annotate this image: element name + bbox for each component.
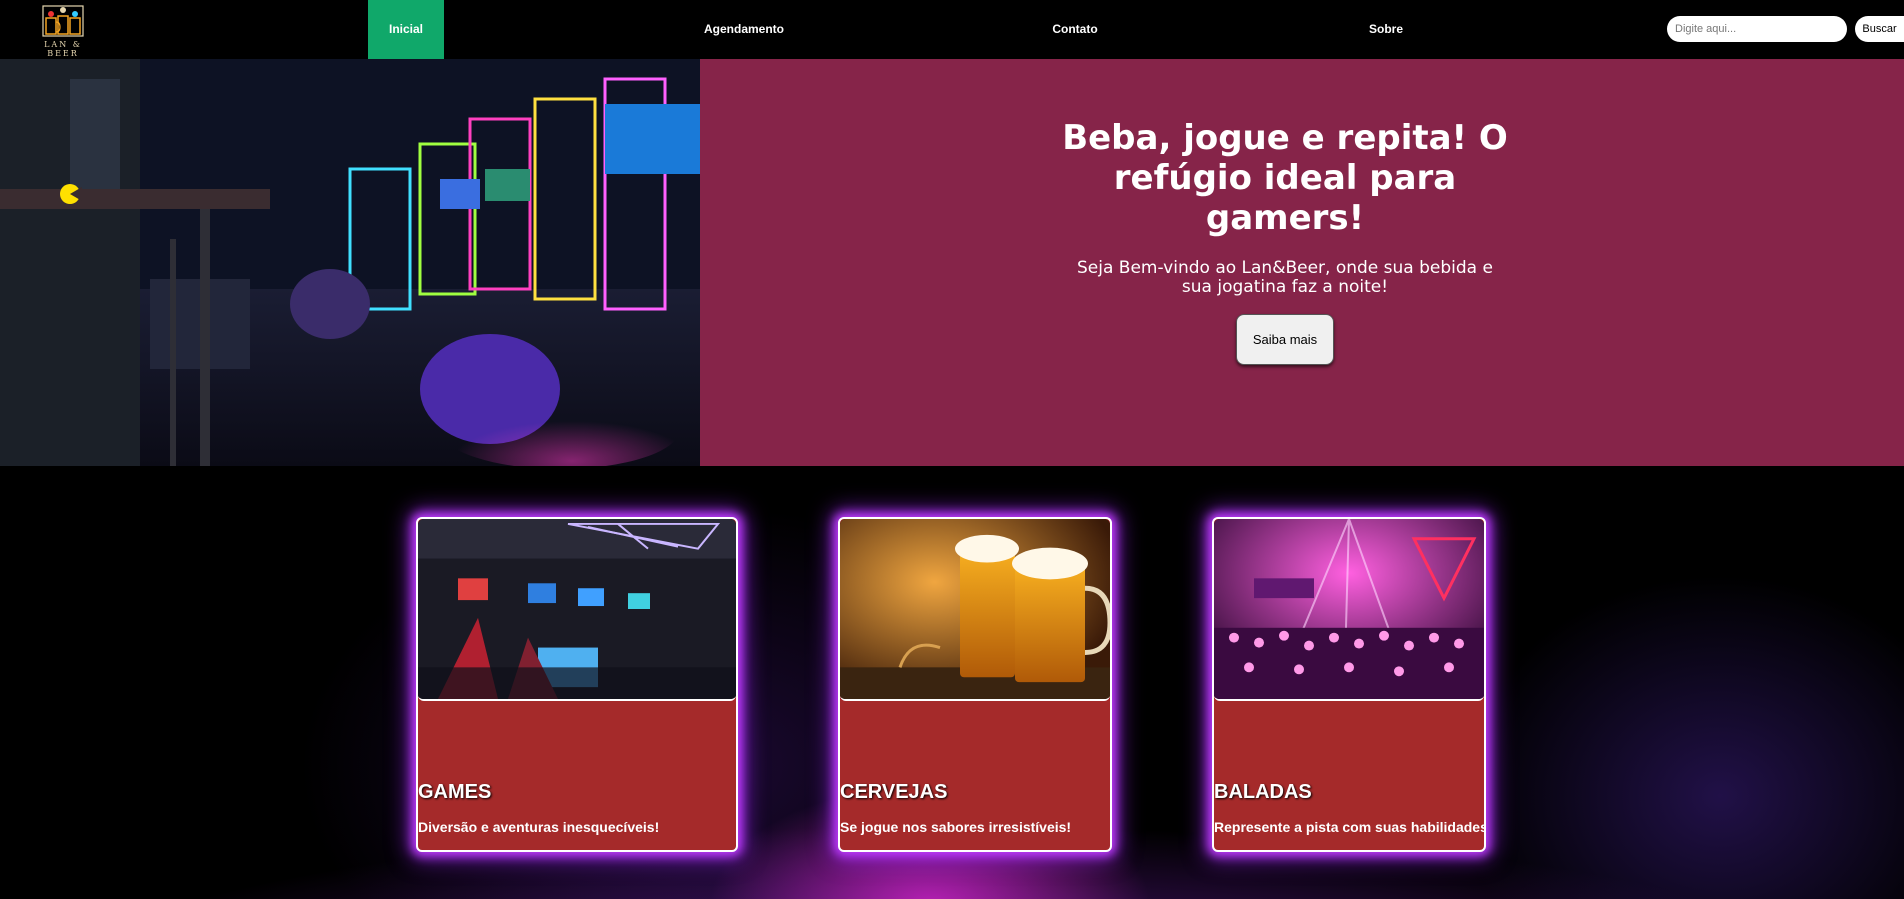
beer-mugs-logo-icon [42,5,84,37]
saiba-mais-button[interactable]: Saiba mais [1236,314,1334,365]
features-section: GAMES Diversão e aventuras inesquecíveis… [0,466,1904,899]
card-baladas-title: BALADAS [1214,781,1312,803]
lan-beer-logo[interactable]: LAN & BEER [30,0,96,58]
card-games-text: Diversão e aventuras inesquecíveis! [418,819,660,835]
card-cervejas[interactable]: CERVEJAS Se jogue nos sabores irresistív… [838,517,1112,852]
hero-gaming-room-image [0,59,700,466]
hero-subtitle: Seja Bem-vindo ao Lan&Beer, onde sua beb… [1077,258,1493,297]
card-baladas-text: Represente a pista com suas habilidades! [1214,819,1486,835]
top-nav: LAN & BEER Inicial Agendamento Contato S… [0,0,1904,59]
card-games[interactable]: GAMES Diversão e aventuras inesquecíveis… [416,517,738,852]
logo-text: LAN & BEER [44,40,82,58]
search-input[interactable] [1667,16,1847,42]
card-cervejas-title: CERVEJAS [840,781,948,803]
card-cervejas-image [840,519,1110,701]
nav-sobre[interactable]: Sobre [1346,0,1426,59]
search-button[interactable]: Buscar [1855,16,1904,42]
nav-agendamento[interactable]: Agendamento [694,0,794,59]
card-games-title: GAMES [418,781,492,803]
nav-inicial[interactable]: Inicial [368,0,444,59]
card-games-image [418,519,736,701]
nav-contato[interactable]: Contato [1035,0,1115,59]
hero-title: Beba, jogue e repita! O refúgio ideal pa… [1062,118,1508,238]
card-baladas-image [1214,519,1484,701]
card-cervejas-text: Se jogue nos sabores irresistíveis! [840,819,1072,835]
card-baladas[interactable]: BALADAS Represente a pista com suas habi… [1212,517,1486,852]
